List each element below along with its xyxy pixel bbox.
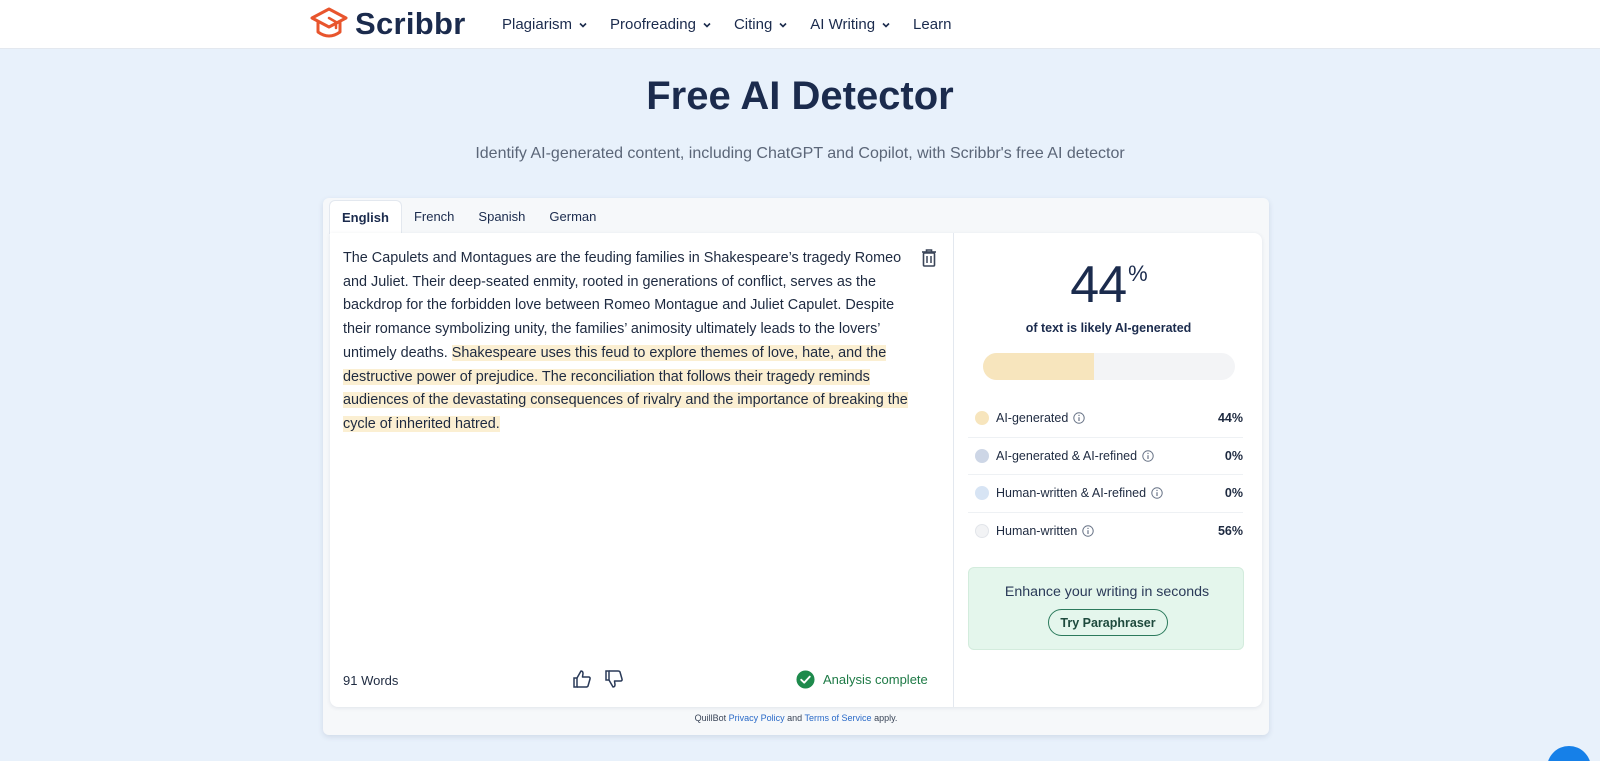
tool-panel: The Capulets and Montagues are the feudi… <box>330 233 1262 707</box>
legend-row-human-written-ai-refined: Human-written & AI-refined 0% <box>968 475 1243 513</box>
nav-item-proofreading[interactable]: Proofreading <box>610 16 712 33</box>
ai-percentage-caption: of text is likely AI-generated <box>1025 321 1192 335</box>
terms-of-service-link[interactable]: Terms of Service <box>805 713 872 723</box>
promo-text: Enhance your writing in seconds <box>1004 584 1210 600</box>
tab-english[interactable]: English <box>329 200 402 234</box>
ai-progress-fill <box>983 353 1094 380</box>
nav-item-learn[interactable]: Learn <box>913 16 951 33</box>
page-subtitle: Identify AI-generated content, including… <box>475 145 1125 162</box>
status-text: Analysis complete <box>823 672 928 687</box>
graduation-cap-icon <box>310 7 348 38</box>
nav-label: AI Writing <box>810 16 876 33</box>
nav-label: Citing <box>733 16 773 33</box>
legend-row-ai-generated-ai-refined: AI-generated & AI-refined 0% <box>968 438 1243 475</box>
tab-german[interactable]: German <box>537 200 608 234</box>
nav-label: Learn <box>913 16 952 33</box>
ai-progress-bar <box>983 353 1235 380</box>
legal-and: and <box>787 713 803 723</box>
feedback-buttons <box>572 669 624 689</box>
nav-label: Proofreading <box>610 16 696 33</box>
info-icon[interactable] <box>1151 487 1163 499</box>
info-icon[interactable] <box>1082 525 1094 537</box>
legend-label: AI-generated & AI-refined <box>996 448 1138 463</box>
text-editor[interactable]: The Capulets and Montagues are the feudi… <box>330 233 954 707</box>
legend-value: 0% <box>1224 448 1243 463</box>
legal-prefix: QuillBot <box>694 713 727 723</box>
percent-sign: % <box>1128 261 1148 286</box>
nav-item-citing[interactable]: Citing <box>734 16 788 33</box>
legend-dot <box>975 524 989 539</box>
legend-row-ai-generated: AI-generated 44% <box>968 400 1243 438</box>
main-nav: Plagiarism Proofreading Citing AI Writin… <box>502 0 951 49</box>
chevron-down-icon <box>779 22 787 28</box>
tab-spanish[interactable]: Spanish <box>466 200 537 234</box>
analysis-status: Analysis complete <box>796 670 928 689</box>
try-paraphraser-button[interactable]: Try Paraphraser <box>1048 609 1168 636</box>
trash-icon[interactable] <box>920 248 938 268</box>
language-tabs: English French Spanish German <box>329 198 608 234</box>
thumbs-up-icon[interactable] <box>572 669 592 689</box>
legend-label: Human-written <box>996 524 1078 539</box>
chevron-down-icon <box>703 22 711 28</box>
results-panel: 44% of text is likely AI-generated AI-ge… <box>955 233 1262 707</box>
paraphraser-promo: Enhance your writing in seconds Try Para… <box>968 567 1244 650</box>
scribbr-logo[interactable]: Scribbr <box>309 6 466 42</box>
legend-label: Human-written & AI-refined <box>996 486 1147 501</box>
word-count: 91 Words <box>343 673 399 688</box>
legend-value: 44% <box>1217 411 1243 426</box>
legal-suffix: apply. <box>874 713 898 723</box>
page-title: Free AI Detector <box>646 74 954 118</box>
nav-item-ai-writing[interactable]: AI Writing <box>810 16 891 33</box>
nav-label: Plagiarism <box>502 16 573 33</box>
chevron-down-icon <box>882 22 890 28</box>
chevron-down-icon <box>579 22 587 28</box>
privacy-policy-link[interactable]: Privacy Policy <box>729 713 785 723</box>
input-text[interactable]: The Capulets and Montagues are the feudi… <box>343 247 913 437</box>
info-icon[interactable] <box>1073 412 1085 424</box>
nav-item-plagiarism[interactable]: Plagiarism <box>502 16 588 33</box>
chat-widget-button[interactable] <box>1547 746 1591 761</box>
ai-percentage: 44% <box>955 255 1262 315</box>
legend-dot <box>975 486 989 501</box>
legend-dot <box>975 411 989 426</box>
check-circle-icon <box>796 670 815 689</box>
legend-value: 56% <box>1217 524 1243 539</box>
ai-detector-card: English French Spanish German The Capule… <box>323 198 1269 735</box>
info-icon[interactable] <box>1142 450 1154 462</box>
legend-row-human-written: Human-written 56% <box>968 513 1243 551</box>
legal-note: QuillBot Privacy Policy and Terms of Ser… <box>323 713 1269 723</box>
brand-name: Scribbr <box>355 6 466 41</box>
thumbs-down-icon[interactable] <box>604 669 624 689</box>
legend-dot <box>975 448 989 463</box>
ai-percentage-value: 44 <box>1070 256 1127 314</box>
legend-value: 0% <box>1224 486 1243 501</box>
tab-french[interactable]: French <box>402 200 466 234</box>
results-legend: AI-generated 44% AI-generated & AI-refin… <box>968 400 1243 550</box>
top-navigation-bar: Scribbr Plagiarism Proofreading Citing A… <box>0 0 1600 49</box>
legend-label: AI-generated <box>996 411 1069 426</box>
